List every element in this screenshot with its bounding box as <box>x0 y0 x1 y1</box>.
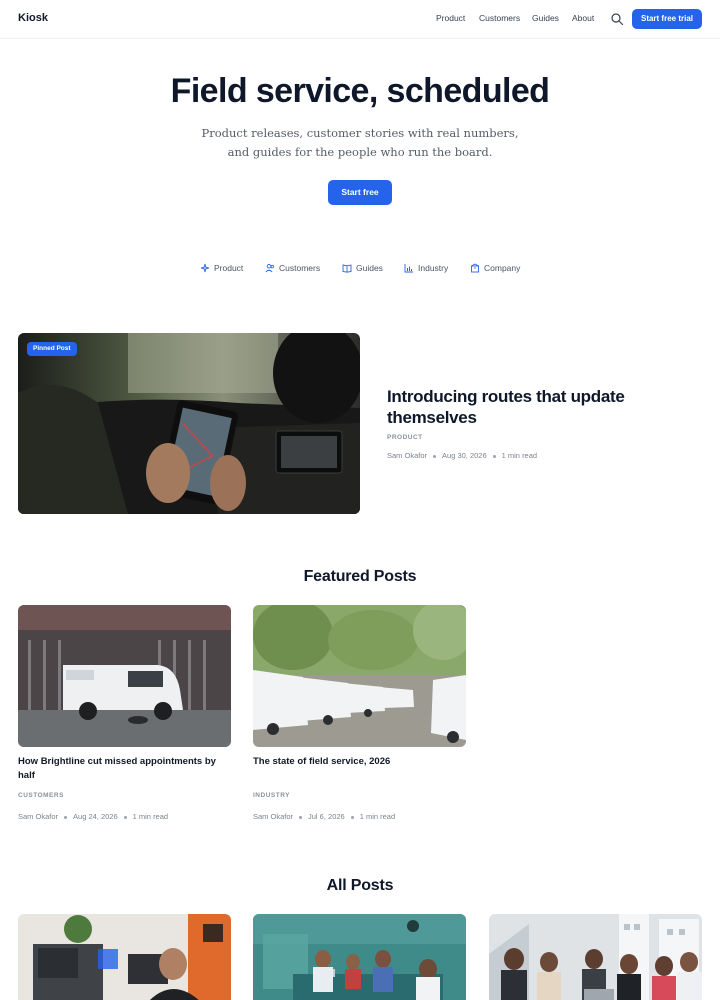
meta-separator <box>123 815 127 819</box>
meta-separator <box>433 454 437 458</box>
featured-post-title[interactable]: How Brightline cut missed appointments b… <box>18 755 231 782</box>
start-free-button[interactable]: Start free <box>328 180 392 205</box>
post-image[interactable] <box>18 914 231 1000</box>
users-icon <box>265 264 274 273</box>
category-label: Product <box>214 263 244 273</box>
meta-separator <box>64 815 68 819</box>
category-label: Industry <box>418 263 449 273</box>
pinned-post-badge: Pinned Post <box>27 342 77 356</box>
meta-separator <box>492 454 496 458</box>
featured-post-image[interactable] <box>253 605 466 747</box>
nav-about[interactable]: About <box>572 13 594 23</box>
start-free-trial-button[interactable]: Start free trial <box>632 9 702 29</box>
book-icon <box>342 264 352 273</box>
search-icon[interactable] <box>610 12 624 26</box>
meta-separator <box>299 815 303 819</box>
sparkles-icon <box>200 263 210 273</box>
meta-separator <box>350 815 354 819</box>
post-author: Sam Okafor <box>18 812 59 821</box>
pinned-post-category[interactable]: PRODUCT <box>387 434 423 441</box>
building-icon <box>471 263 479 273</box>
category-customers[interactable]: Customers <box>265 263 320 273</box>
post-read-time: 1 min read <box>132 812 169 821</box>
nav-guides[interactable]: Guides <box>532 13 559 23</box>
category-guides[interactable]: Guides <box>342 263 383 273</box>
bar-chart-icon <box>404 264 413 273</box>
pinned-post-image[interactable] <box>18 333 360 514</box>
site-header: Kiosk Product Customers Guides About Sta… <box>0 0 720 39</box>
nav-product[interactable]: Product <box>436 13 465 23</box>
hero-subtitle: Product releases, customer stories with … <box>201 126 519 159</box>
pinned-post-title[interactable]: Introducing routes that update themselve… <box>387 386 687 428</box>
post-image[interactable] <box>489 914 702 1000</box>
category-industry[interactable]: Industry <box>404 263 448 273</box>
featured-post-image[interactable] <box>18 605 231 747</box>
featured-post-meta: Sam Okafor Aug 24, 2026 1 min read <box>18 812 168 821</box>
post-read-time: 1 min read <box>501 451 538 460</box>
post-read-time: 1 min read <box>359 812 396 821</box>
post-author: Sam Okafor <box>253 812 294 821</box>
all-posts-heading: All Posts <box>326 877 394 894</box>
featured-post-title[interactable]: The state of field service, 2026 <box>253 755 466 769</box>
featured-post-category[interactable]: CUSTOMERS <box>18 792 64 799</box>
category-label: Customers <box>279 263 321 273</box>
post-date: Aug 24, 2026 <box>73 812 118 821</box>
post-author: Sam Okafor <box>387 451 428 460</box>
category-product[interactable]: Product <box>200 263 243 273</box>
post-image[interactable] <box>253 914 466 1000</box>
post-date: Aug 30, 2026 <box>442 451 487 460</box>
post-date: Jul 6, 2026 <box>308 812 345 821</box>
category-label: Guides <box>356 263 383 273</box>
category-company[interactable]: Company <box>470 263 520 273</box>
hero-title: Field service, scheduled <box>170 72 550 110</box>
brand-logo[interactable]: Kiosk <box>18 12 48 24</box>
featured-posts-heading: Featured Posts <box>303 568 417 585</box>
nav-customers[interactable]: Customers <box>479 13 520 23</box>
featured-post-meta: Sam Okafor Jul 6, 2026 1 min read <box>253 812 395 821</box>
category-label: Company <box>484 263 521 273</box>
featured-post-category[interactable]: INDUSTRY <box>253 792 290 799</box>
pinned-post-meta: Sam Okafor Aug 30, 2026 1 min read <box>387 451 537 460</box>
